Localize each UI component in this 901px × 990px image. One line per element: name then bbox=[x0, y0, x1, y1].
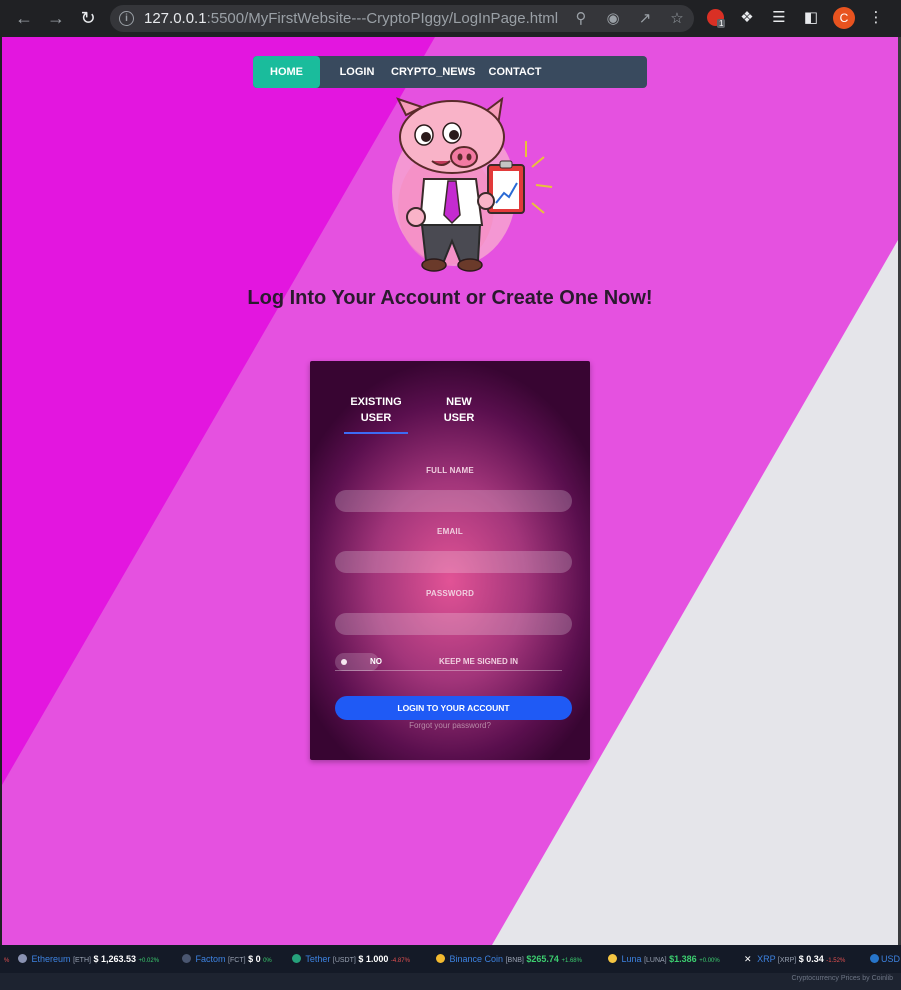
reload-icon[interactable]: ↻ bbox=[78, 8, 98, 28]
ticker-fragment: % bbox=[4, 958, 10, 964]
binance-coin-icon bbox=[436, 954, 445, 963]
password-label: PASSWORD bbox=[425, 589, 475, 598]
factom-coin-icon bbox=[182, 954, 191, 963]
ticker-item-luna[interactable]: Luna [LUNA] $1.386 +0.00% bbox=[608, 954, 720, 964]
tether-coin-icon bbox=[292, 954, 301, 963]
active-tab-indicator bbox=[344, 432, 408, 434]
nav-home[interactable]: HOME bbox=[253, 56, 320, 88]
full-name-input[interactable] bbox=[335, 490, 572, 512]
xrp-x-icon: ✕ bbox=[744, 954, 752, 964]
side-panel-icon[interactable]: ◧ bbox=[802, 9, 820, 27]
ticker-item-binance-coin[interactable]: Binance Coin [BNB] $265.74 +1.68% bbox=[436, 954, 582, 964]
site-info-icon[interactable]: i bbox=[119, 11, 134, 26]
ticker-row: % Ethereum [ETH] $ 1,263.53 +0.02% Facto… bbox=[0, 945, 901, 973]
nav-crypto-news[interactable]: CRYPTO_NEWS bbox=[391, 56, 475, 88]
page-headline: Log Into Your Account or Create One Now! bbox=[247, 287, 653, 309]
full-name-label: FULL NAME bbox=[426, 466, 474, 475]
main-navbar: HOME LOGIN CRYPTO_NEWS CONTACT bbox=[253, 56, 647, 88]
address-bar[interactable]: i 127.0.0.1:5500/MyFirstWebsite---Crypto… bbox=[110, 5, 694, 32]
profile-avatar[interactable]: C bbox=[833, 7, 855, 29]
extension-icon[interactable]: 1 bbox=[707, 9, 726, 28]
ticker-credit-link[interactable]: Cryptocurrency Prices by Coinlib bbox=[791, 975, 893, 982]
login-card: EXISTING USER NEW USER FULL NAME EMAIL P… bbox=[310, 361, 590, 760]
zoom-icon[interactable]: ⚲ bbox=[572, 11, 590, 27]
url-text: 127.0.0.1:5500/MyFirstWebsite---CryptoPI… bbox=[144, 10, 559, 27]
puzzle-extensions-icon[interactable]: ❖ bbox=[738, 9, 756, 27]
password-input[interactable] bbox=[335, 613, 572, 635]
ticker-item-usd[interactable]: USD bbox=[870, 954, 900, 964]
ethereum-coin-icon bbox=[18, 954, 27, 963]
back-arrow-icon[interactable]: ← bbox=[14, 8, 34, 28]
forgot-password-link[interactable]: Forgot your password? bbox=[310, 721, 590, 730]
media-queue-icon[interactable]: ☰ bbox=[770, 9, 788, 27]
more-menu-icon[interactable]: ⋮ bbox=[867, 9, 885, 27]
tab-new-user[interactable]: NEW USER bbox=[428, 394, 490, 426]
share-icon[interactable]: ↗ bbox=[636, 11, 654, 27]
nav-contact[interactable]: CONTACT bbox=[486, 56, 544, 88]
browser-toolbar: ← → ↻ i 127.0.0.1:5500/MyFirstWebsite---… bbox=[0, 0, 901, 37]
tab-existing-user[interactable]: EXISTING USER bbox=[342, 394, 410, 426]
ticker-item-factom[interactable]: Factom [FCT] $ 0 0% bbox=[182, 954, 272, 964]
forward-arrow-icon[interactable]: → bbox=[46, 8, 66, 28]
crypto-price-ticker: % Ethereum [ETH] $ 1,263.53 +0.02% Facto… bbox=[0, 945, 901, 990]
email-label: EMAIL bbox=[437, 527, 463, 536]
keep-signed-in-divider bbox=[335, 670, 562, 671]
toggle-state-text: NO bbox=[370, 657, 382, 666]
ticker-item-tether[interactable]: Tether [USDT] $ 1.000 -4.87% bbox=[292, 954, 410, 964]
page-content: HOME LOGIN CRYPTO_NEWS CONTACT Log Into … bbox=[2, 37, 898, 945]
login-submit-button[interactable]: LOGIN TO YOUR ACCOUNT bbox=[335, 696, 572, 720]
email-input[interactable] bbox=[335, 551, 572, 573]
bookmark-star-icon[interactable]: ☆ bbox=[668, 11, 686, 27]
keep-signed-in-label: KEEP ME SIGNED IN bbox=[439, 657, 518, 666]
toggle-knob bbox=[341, 659, 347, 665]
usd-coin-icon bbox=[870, 954, 879, 963]
ticker-item-ethereum[interactable]: Ethereum [ETH] $ 1,263.53 +0.02% bbox=[18, 954, 159, 964]
nav-login[interactable]: LOGIN bbox=[335, 56, 379, 88]
eye-slash-icon[interactable]: ◉ bbox=[604, 11, 622, 27]
ticker-item-xrp[interactable]: ✕ XRP [XRP] $ 0.34 -1.52% bbox=[744, 954, 845, 965]
pig-mascot-illustration bbox=[392, 97, 553, 272]
luna-coin-icon bbox=[608, 954, 617, 963]
